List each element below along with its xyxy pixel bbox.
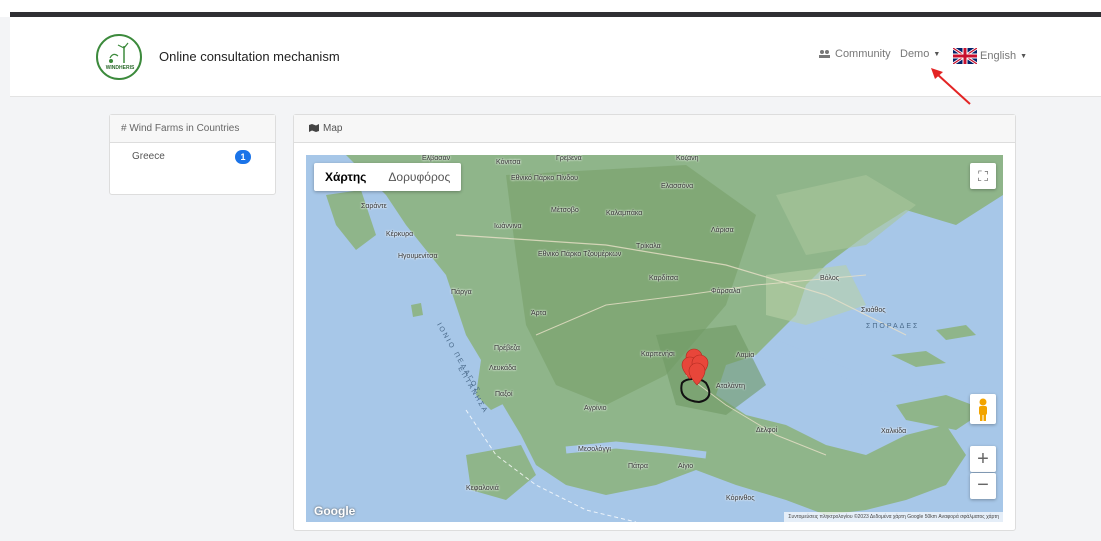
- map-place-label: Τρίκαλα: [636, 243, 661, 250]
- map-place-label: Παξοί: [495, 391, 513, 398]
- map-place-label: Κέρκυρα: [386, 231, 414, 238]
- map-place-label: Κόνιτσα: [496, 159, 521, 166]
- map-place-label: Ελβασάν: [422, 155, 451, 162]
- map-place-label: Γρεβενά: [556, 155, 582, 162]
- map-place-label: Καρδίτσα: [649, 275, 679, 282]
- map-type-satellite-button[interactable]: Δορυφόρος: [377, 163, 461, 191]
- map-place-label: Σαράντε: [361, 203, 387, 210]
- pegman-icon: [979, 398, 987, 421]
- map-place-label: Άρτα: [531, 310, 547, 317]
- nav-community[interactable]: Community: [818, 48, 891, 60]
- countries-card: # Wind Farms in Countries Greece 1: [109, 114, 276, 195]
- uk-flag-icon: [953, 48, 977, 64]
- map-place-label: Πρέβεζα: [494, 345, 520, 352]
- map-place-label: Ηγουμενίτσα: [398, 253, 438, 260]
- map-place-label: Πάτρα: [628, 463, 648, 470]
- map-place-label: Αγρίνιο: [584, 405, 607, 412]
- nav-demo-dropdown[interactable]: Demo ▼: [900, 48, 940, 60]
- users-icon: [819, 50, 830, 58]
- map-terrain: [306, 155, 1003, 522]
- map-card-header: Map: [294, 115, 1015, 143]
- map-place-label: Αίγιο: [678, 463, 694, 470]
- map-place-label: Καρπενήσι: [641, 351, 675, 358]
- map-place-label: Εθνικό Πάρκο Πίνδου: [511, 175, 578, 182]
- map-card: Map Ελβασάν Κόνιτσα Γρεβενά Κοζάνη Εθνικ…: [293, 114, 1016, 531]
- logo-text: WINDHERIS: [105, 65, 135, 71]
- map-place-label: Μέτσοβο: [551, 207, 579, 214]
- map-place-label: Πάργα: [451, 289, 472, 296]
- map-place-label: Χαλκίδα: [881, 428, 907, 435]
- map-place-label: Λάρισα: [711, 227, 734, 234]
- annotation-arrow: [931, 68, 971, 105]
- nav-community-label: Community: [835, 48, 891, 60]
- map-place-label: Μεσολόγγι: [578, 446, 611, 453]
- language-label: English: [980, 50, 1017, 62]
- map-place-label: Κοζάνη: [676, 155, 699, 162]
- zoom-in-button[interactable]: +: [970, 446, 996, 472]
- fullscreen-icon: ⛶: [978, 168, 988, 184]
- map-place-label: Φάρσαλα: [711, 288, 741, 295]
- site-title[interactable]: Online consultation mechanism: [159, 49, 340, 64]
- site-logo[interactable]: WINDHERIS: [96, 34, 142, 80]
- map-type-control: Χάρτης Δορυφόρος: [314, 163, 462, 191]
- google-map[interactable]: Ελβασάν Κόνιτσα Γρεβενά Κοζάνη Εθνικό Πά…: [306, 155, 1003, 522]
- map-type-map-button[interactable]: Χάρτης: [314, 163, 377, 191]
- map-place-label: Κόρινθος: [726, 495, 755, 502]
- caret-down-icon: ▼: [1020, 52, 1028, 60]
- zoom-out-button[interactable]: −: [970, 473, 996, 499]
- sea-label: ΣΠΟΡΑΔΕΣ: [866, 323, 920, 330]
- map-icon: [309, 124, 319, 132]
- map-card-title: Map: [323, 123, 343, 134]
- map-place-label: Ιωάννινα: [494, 223, 522, 230]
- caret-down-icon: ▼: [933, 50, 941, 58]
- google-logo[interactable]: Google: [314, 504, 355, 518]
- map-place-label: Δελφοί: [756, 427, 778, 434]
- map-place-label: Λευκάδα: [489, 365, 517, 372]
- fullscreen-button[interactable]: ⛶: [970, 163, 996, 189]
- map-place-label: Αταλάντη: [716, 383, 745, 390]
- wind-turbine-icon: [109, 42, 129, 63]
- language-dropdown[interactable]: English ▼: [953, 48, 1027, 64]
- map-attribution[interactable]: Συντομεύσεις πληκτρολογίου ©2023 Δεδομέν…: [784, 512, 1003, 522]
- map-place-label: Ελασσόνα: [661, 183, 694, 190]
- map-place-label: Σκιάθος: [861, 307, 886, 314]
- country-label: Greece: [132, 151, 165, 162]
- map-place-label: Καλαμπάκα: [606, 210, 643, 217]
- map-place-label: Εθνικό Πάρκο Τζουμέρκων: [538, 251, 622, 258]
- map-place-label: Κεφαλονιά: [466, 485, 499, 492]
- street-view-button[interactable]: [970, 394, 996, 424]
- countries-card-title: # Wind Farms in Countries: [110, 115, 275, 143]
- top-bar: [0, 0, 1101, 17]
- count-badge: 1: [235, 150, 251, 164]
- nav-demo-label: Demo: [900, 48, 930, 60]
- map-place-label: Βόλος: [820, 275, 840, 282]
- map-place-label: Λαμία: [736, 352, 755, 359]
